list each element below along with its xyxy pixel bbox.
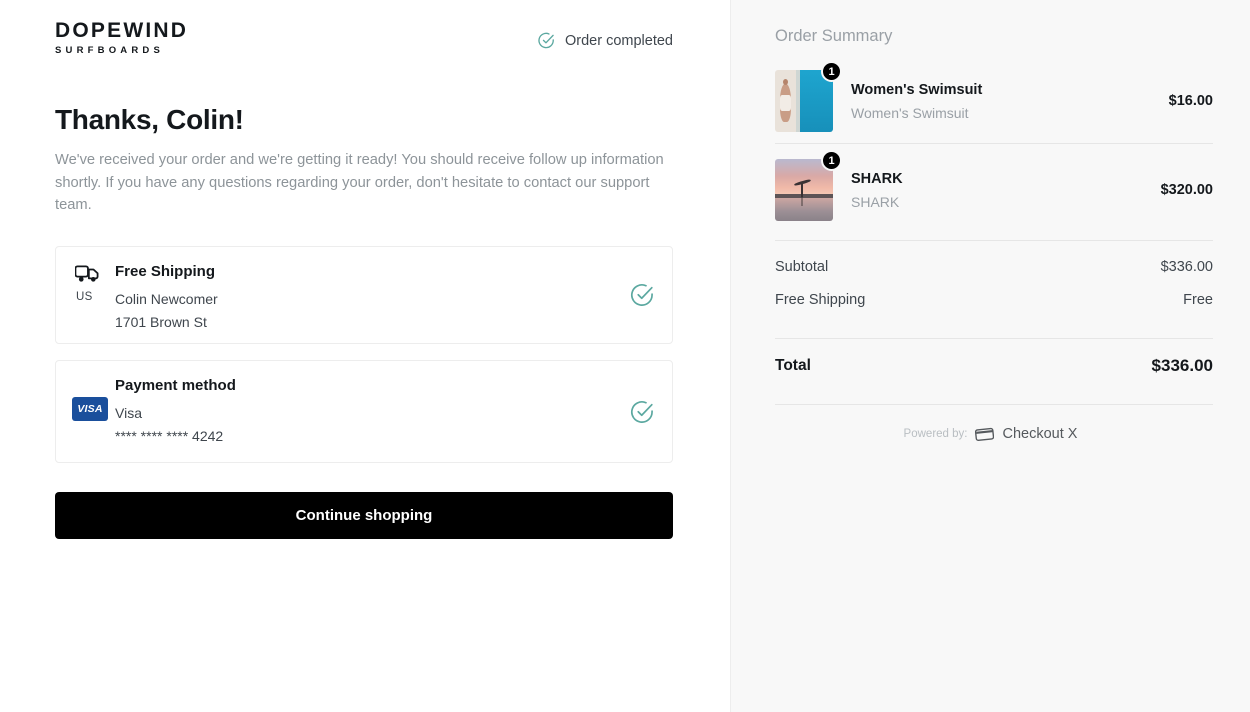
product-variant: SHARK xyxy=(851,193,900,210)
brand-tagline: SURFBOARDS xyxy=(55,45,165,56)
continue-shopping-button[interactable]: Continue shopping xyxy=(55,492,673,539)
payment-card-number: **** **** **** 4242 xyxy=(115,428,224,444)
payment-card: VISA Payment method Visa **** **** **** … xyxy=(55,360,673,463)
shipping-row: Free Shipping Free xyxy=(775,292,1213,308)
shipping-label: Free Shipping xyxy=(775,292,866,308)
product-thumbnail: 1 xyxy=(775,150,842,221)
product-variant: Women's Swimsuit xyxy=(851,104,969,121)
list-item[interactable]: 1 SHARK SHARK $320.00 xyxy=(775,150,1213,221)
order-summary-panel: Order Summary 1 Women's Swimsuit Women's… xyxy=(730,0,1250,712)
list-item[interactable]: 1 Women's Swimsuit Women's Swimsuit $16.… xyxy=(775,61,1213,132)
brand-name: DOPEWIND xyxy=(55,19,189,42)
subtotal-label: Subtotal xyxy=(775,259,829,275)
brand-logo[interactable]: DOPEWIND SURFBOARDS xyxy=(55,20,188,56)
checkout-confirmation-page: DOPEWIND SURFBOARDS Order completed Than… xyxy=(0,0,1250,712)
circle-check-icon xyxy=(537,31,556,50)
confirmation-message: We've received your order and we're gett… xyxy=(55,152,664,213)
order-status: Order completed xyxy=(537,31,673,50)
total-value: $336.00 xyxy=(1151,356,1213,375)
divider xyxy=(775,240,1213,241)
product-price: $16.00 xyxy=(1168,93,1213,109)
payment-method-title: Payment method xyxy=(115,377,236,394)
powered-by-provider: Checkout X xyxy=(1002,426,1078,442)
subtotal-row: Subtotal $336.00 xyxy=(775,259,1213,275)
shipping-method-title: Free Shipping xyxy=(115,263,216,280)
order-summary-title: Order Summary xyxy=(775,27,893,45)
visa-icon: VISA xyxy=(72,397,108,421)
total-label: Total xyxy=(775,357,811,374)
product-thumbnail: 1 xyxy=(775,61,842,132)
quantity-badge: 1 xyxy=(821,150,842,171)
product-name: Women's Swimsuit xyxy=(851,81,983,98)
truck-icon xyxy=(75,265,99,282)
subtotal-value: $336.00 xyxy=(1160,259,1213,275)
powered-by: Powered by: Checkout X xyxy=(731,426,1250,442)
divider xyxy=(775,404,1213,405)
payment-confirmed-icon xyxy=(629,398,656,425)
order-status-label: Order completed xyxy=(565,32,673,49)
payment-brand: Visa xyxy=(115,405,142,421)
quantity-badge: 1 xyxy=(821,61,842,82)
product-price: $320.00 xyxy=(1160,182,1213,198)
shipping-address: 1701 Brown St xyxy=(115,314,207,330)
page-title: Thanks, Colin! xyxy=(55,104,244,135)
divider xyxy=(775,143,1213,144)
divider xyxy=(775,338,1213,339)
shipping-confirmed-icon xyxy=(629,282,656,309)
order-details-panel: DOPEWIND SURFBOARDS Order completed Than… xyxy=(0,0,730,712)
product-name: SHARK xyxy=(851,170,903,187)
shipping-card: US Free Shipping Colin Newcomer 1701 Bro… xyxy=(55,246,673,344)
shipping-country-code: US xyxy=(76,291,93,303)
credit-card-icon xyxy=(975,427,995,441)
shipping-value: Free xyxy=(1183,292,1213,308)
powered-by-label: Powered by: xyxy=(903,428,968,440)
shipping-recipient: Colin Newcomer xyxy=(115,291,218,307)
grand-total-row: Total $336.00 xyxy=(775,356,1213,376)
